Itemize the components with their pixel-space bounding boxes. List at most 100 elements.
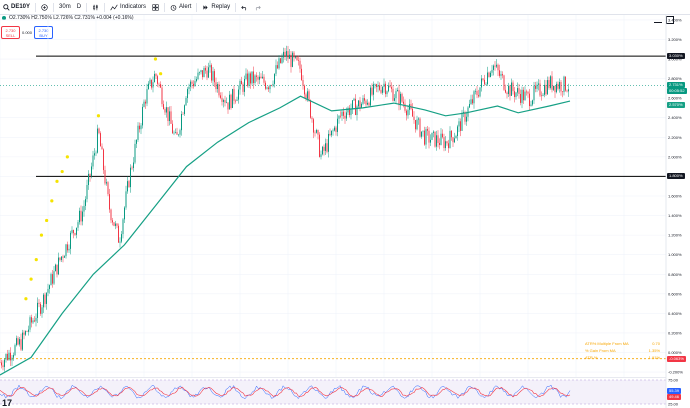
candle-body [155,73,157,77]
candle-body [446,141,448,144]
candle-body [440,133,442,145]
interval-selector[interactable]: 30m [56,0,74,14]
candle-body [326,143,328,152]
candle-body [316,130,317,133]
price-axis-label: -0.200% [668,370,683,375]
candle-body [83,205,85,212]
candle-body [536,84,538,89]
chart-type-button[interactable]: D [74,0,84,14]
candle-body [224,100,226,103]
candle-body [566,90,568,92]
sell-button[interactable]: 2.730 SELL [1,26,20,39]
candle-body [17,338,19,345]
candle-body [509,85,511,96]
candle-body [517,88,518,93]
symbol-search[interactable]: DE10Y [0,0,33,14]
stats-row-atr-percent: ATR % 1.91% [585,354,660,361]
divider [196,2,198,12]
candle-body [65,244,67,257]
candle-body [80,210,82,222]
candle-body [31,317,32,323]
candle-body [133,162,134,169]
candle-body [485,84,487,85]
candle-body [526,91,527,93]
oscillator-line [0,384,571,400]
candle-body [244,79,245,92]
compare-symbol-button[interactable] [38,0,51,14]
candle-body [233,88,235,101]
candle-body [488,72,490,78]
candle-body [268,87,269,90]
undo-button[interactable] [238,0,251,14]
candle-body [185,98,187,106]
market-status-icon [2,16,6,20]
price-axis-label: 1.200% [668,233,682,238]
candle-body [433,131,434,133]
candle-body [455,136,457,139]
candle-body [323,146,325,151]
candle-body [452,137,454,143]
candle-body [343,111,344,116]
candle-body [46,292,47,304]
candle-body [503,75,505,90]
candle-body [359,100,361,109]
candle-body [533,85,535,101]
candle-body [97,128,98,153]
indicators-button[interactable]: Indicators [107,0,149,14]
candle-body [362,98,364,104]
candle-body [119,241,121,243]
candle-body [547,80,548,95]
candle-body [187,89,188,99]
maximize-icon[interactable] [666,16,674,24]
candle-body [365,100,367,105]
layouts-button[interactable] [149,0,162,14]
candle-body [166,107,167,113]
candle-body [458,121,460,127]
candle-body [367,102,368,105]
candle-body [211,65,212,81]
candle-body [296,56,298,61]
candle-body [49,285,50,289]
minimize-icon[interactable] [654,16,662,23]
alert-button[interactable]: Alert [167,0,194,14]
replay-icon [202,4,209,11]
candle-body [284,51,286,57]
oscillator-signal-line [0,386,571,398]
candle-body [553,85,554,90]
candle-body [22,332,23,350]
buy-button[interactable]: 2.730 BUY [34,26,54,39]
candle-body [43,294,44,308]
bar-style-button[interactable] [89,0,102,14]
search-icon [3,3,10,11]
candle-body [281,57,283,63]
candle-body [226,102,227,104]
candle-body [355,98,356,116]
candle-body [47,288,49,293]
candle-body [112,220,113,223]
signal-dot [50,199,54,203]
candle-body [479,87,481,97]
spread-value: 0.000 [22,30,33,35]
candle-body [302,79,304,86]
candle-body [113,222,115,226]
price-axis-label: 0.400% [668,311,682,316]
oscillator-pane [0,380,666,404]
candle-body [352,100,353,110]
candle-body [350,109,352,116]
candle-body [371,87,373,95]
candle-body [154,73,155,83]
candle-body [356,106,358,116]
candle-body [248,73,250,86]
candle-body [415,119,416,130]
candle-body [434,131,436,147]
candle-body [493,65,494,70]
candle-body [142,106,143,126]
redo-button[interactable] [251,0,264,14]
candle-body [194,81,196,87]
candle-body [179,130,181,135]
replay-button[interactable]: Replay [199,0,233,14]
candle-body [53,271,55,284]
stats-table: ATR% Multiple From MA 0.70 % Gain From M… [585,340,660,361]
candle-body [353,98,355,101]
stats-label: ATR % [585,355,598,360]
